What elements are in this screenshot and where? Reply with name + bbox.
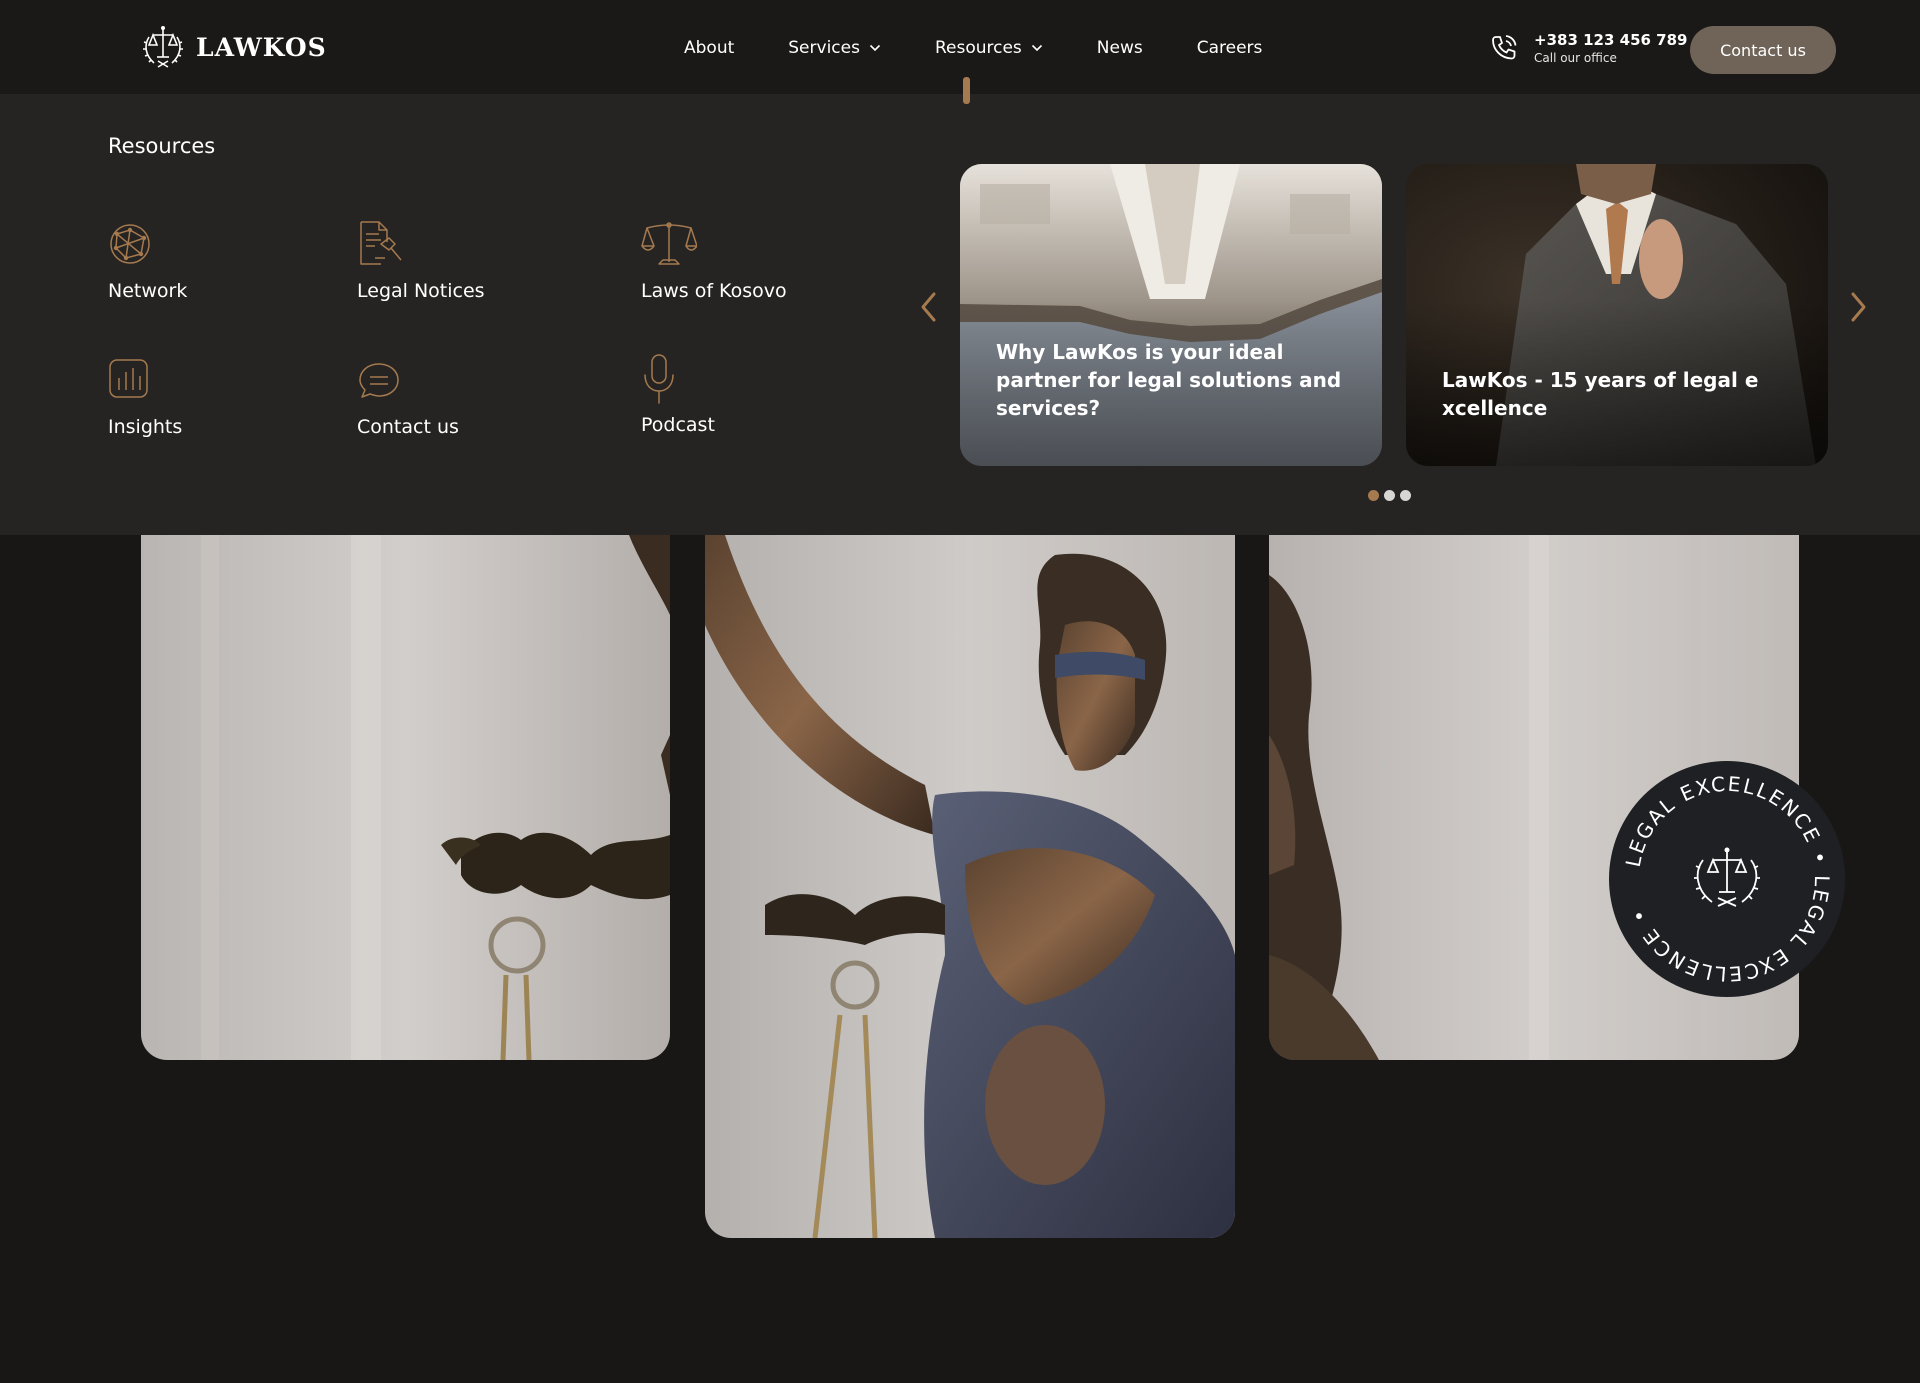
article-card[interactable]: Why LawKos is your ideal partner for leg… [960, 164, 1382, 466]
slider-dot[interactable] [1368, 490, 1379, 501]
card-caption: LawKos - 15 years of legal e xcellence [1442, 368, 1759, 420]
microphone-icon [644, 354, 674, 404]
phone-number[interactable]: +383 123 456 789 [1534, 30, 1687, 50]
chevron-right-icon[interactable] [1846, 290, 1870, 324]
slider-dots [1368, 490, 1411, 501]
phone-icon [1492, 35, 1517, 60]
slider-dot[interactable] [1384, 490, 1395, 501]
site-header: LAWKOS About Services Resources News Car… [0, 0, 1920, 94]
nav-careers[interactable]: Careers [1197, 38, 1263, 58]
scales-laurel-logo-icon [143, 26, 183, 68]
nav-resources-label: Resources [934, 38, 1022, 58]
slider-dot[interactable] [1400, 490, 1411, 501]
resource-item-legal-notices[interactable]: Legal Notices [357, 220, 485, 302]
resources-mega-menu: Resources Network Legal Notices Laws of … [0, 94, 1920, 535]
main-nav: About Services Resources News Careers [684, 38, 1262, 58]
card-caption: Why LawKos is your ideal partner for leg… [996, 340, 1342, 420]
lady-justice-statue-photo [705, 535, 1235, 1238]
resource-label: Laws of Kosovo [641, 280, 787, 302]
logo[interactable]: LAWKOS [140, 22, 327, 72]
resource-label: Contact us [357, 416, 459, 438]
resource-label: Network [108, 280, 188, 302]
resource-item-contact-us[interactable]: Contact us [357, 356, 459, 438]
bar-chart-icon [109, 359, 148, 398]
resource-label: Podcast [641, 414, 715, 436]
resource-item-insights[interactable]: Insights [108, 356, 182, 438]
resource-item-laws-of-kosovo[interactable]: Laws of Kosovo [641, 220, 787, 302]
logo-text: LAWKOS [196, 32, 327, 62]
nav-services-label: Services [788, 38, 860, 58]
resource-label: Legal Notices [357, 280, 485, 302]
resource-item-network[interactable]: Network [108, 220, 187, 302]
chevron-down-icon [1031, 44, 1042, 52]
nav-about-label: About [684, 38, 735, 58]
resource-label: Insights [108, 416, 183, 438]
phone-contact[interactable]: +383 123 456 789 Call our office [1488, 30, 1687, 66]
chat-bubble-icon [359, 363, 399, 398]
nav-resources[interactable]: Resources [935, 38, 1043, 58]
article-card[interactable]: LawKos - 15 years of legal e xcellence [1406, 164, 1828, 466]
scales-chain-photo [141, 535, 670, 1060]
chevron-down-icon [869, 44, 881, 52]
legal-excellence-badge: LEGAL EXCELLENCE • LEGAL EXCELLENCE • [1609, 761, 1845, 997]
active-nav-indicator [963, 77, 970, 104]
contact-us-button[interactable]: Contact us [1690, 26, 1836, 74]
nav-services[interactable]: Services [788, 38, 881, 58]
phone-caption: Call our office [1534, 51, 1617, 65]
resource-item-podcast[interactable]: Podcast [641, 352, 715, 436]
chevron-left-icon[interactable] [917, 290, 941, 324]
network-globe-icon [110, 224, 150, 264]
hero-image-center [705, 535, 1235, 1238]
scales-icon [641, 222, 697, 265]
nav-news-label: News [1096, 38, 1143, 58]
mega-menu-title: Resources [108, 134, 216, 158]
nav-careers-label: Careers [1196, 38, 1263, 58]
nav-news[interactable]: News [1097, 38, 1143, 58]
hero-image-left [141, 535, 670, 1060]
legal-document-icon [360, 221, 402, 265]
nav-about[interactable]: About [684, 38, 734, 58]
